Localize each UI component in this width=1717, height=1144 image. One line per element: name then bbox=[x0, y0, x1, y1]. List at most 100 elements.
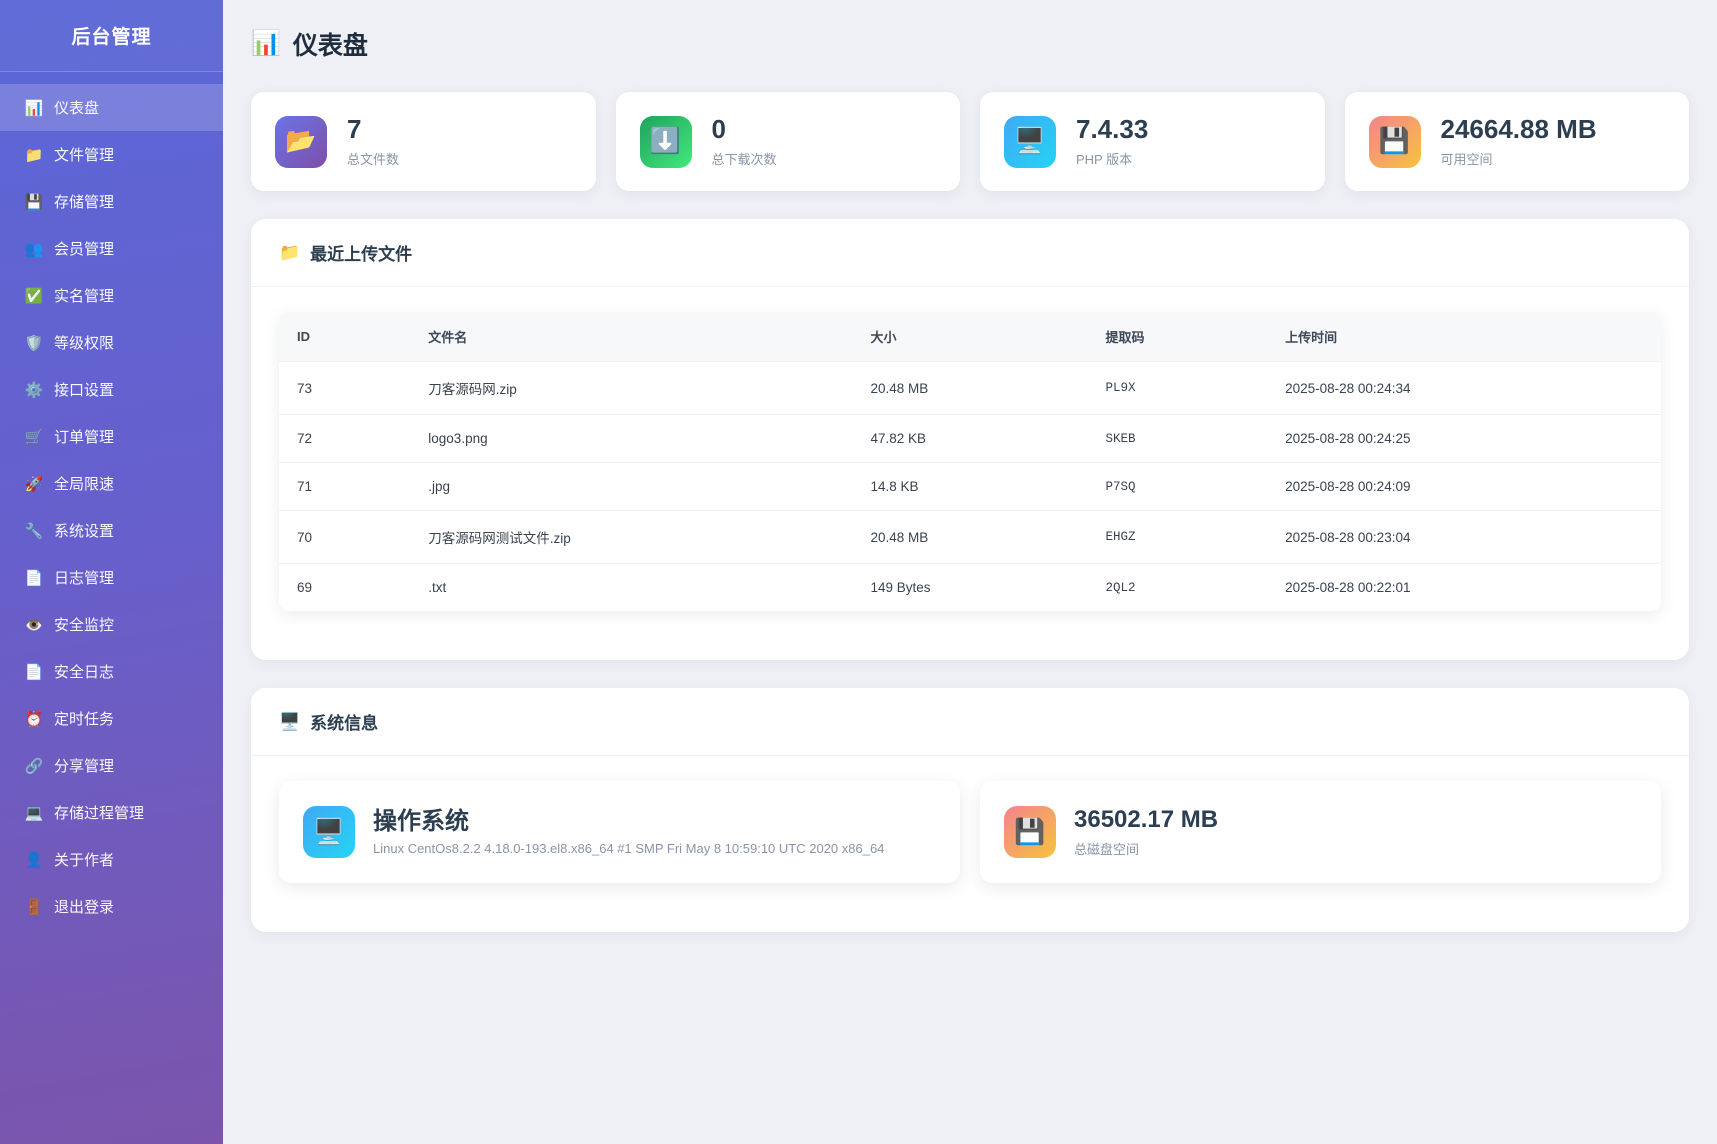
folder-icon: 📁 bbox=[279, 244, 300, 261]
sidebar-item[interactable]: ⏰定时任务 bbox=[0, 695, 223, 742]
sidebar-item[interactable]: 💾存储管理 bbox=[0, 178, 223, 225]
table-row: 70刀客源码网测试文件.zip20.48 MBEHGZ2025-08-28 00… bbox=[279, 511, 1661, 564]
system-card-text: 操作系统 Linux CentOs8.2.2 4.18.0-193.el8.x86… bbox=[373, 808, 884, 857]
system-card-title: 36502.17 MB bbox=[1074, 806, 1218, 835]
sidebar-item[interactable]: 🛒订单管理 bbox=[0, 413, 223, 460]
dashboard-icon: 📊 bbox=[24, 99, 44, 117]
stat-card: 💾 24664.88 MB 可用空间 bbox=[1345, 92, 1690, 191]
wrench-icon: 🔧 bbox=[24, 522, 44, 540]
sidebar-item-label: 系统设置 bbox=[54, 520, 114, 541]
column-header: 上传时间 bbox=[1267, 312, 1661, 362]
table-cell: 2025-08-28 00:24:09 bbox=[1267, 463, 1661, 511]
system-card-title: 操作系统 bbox=[373, 808, 884, 837]
sidebar-item[interactable]: ⚙️接口设置 bbox=[0, 366, 223, 413]
stat-value: 24664.88 MB bbox=[1441, 115, 1597, 145]
sidebar-item-label: 分享管理 bbox=[54, 755, 114, 776]
table-cell: 2QL2 bbox=[1087, 564, 1267, 612]
table-cell: 73 bbox=[279, 362, 410, 415]
sidebar-item[interactable]: 📄安全日志 bbox=[0, 648, 223, 695]
sidebar-item-label: 日志管理 bbox=[54, 567, 114, 588]
floppy-icon: 💾 bbox=[1369, 116, 1421, 168]
link-icon: 🔗 bbox=[24, 757, 44, 775]
sidebar-item[interactable]: 🔧 系统设置 bbox=[0, 507, 223, 554]
folder-icon: 📁 bbox=[24, 146, 44, 164]
app-title: 后台管理 bbox=[0, 0, 223, 72]
table-row: 71.jpg14.8 KBP7SQ2025-08-28 00:24:09 bbox=[279, 463, 1661, 511]
sidebar-item-label: 存储管理 bbox=[54, 191, 114, 212]
sidebar-item-label: 等级权限 bbox=[54, 332, 114, 353]
main-content: 📊 仪表盘 📂 7 总文件数 ⬇️ 0总下载次数 🖥️ 7.4.33PHP 版本 💾 24664… bbox=[223, 0, 1717, 1144]
sidebar-item-label: 文件管理 bbox=[54, 144, 114, 165]
sidebar-item[interactable]: 👁️ 安全监控 bbox=[0, 601, 223, 648]
sidebar-item-label: 安全监控 bbox=[54, 614, 114, 635]
stat-text: 24664.88 MB 可用空间 bbox=[1441, 115, 1597, 169]
open-folder-icon: 📂 bbox=[275, 116, 327, 168]
sidebar-item[interactable]: 📄日志管理 bbox=[0, 554, 223, 601]
stat-card: 🖥️ 7.4.33PHP 版本 bbox=[980, 92, 1325, 191]
table-cell: P7SQ bbox=[1087, 463, 1267, 511]
sidebar-item[interactable]: 📊 仪表盘 bbox=[0, 84, 223, 131]
column-header: 大小 bbox=[853, 312, 1088, 362]
stat-card: ⬇️ 0总下载次数 bbox=[616, 92, 961, 191]
sidebar-item-label: 关于作者 bbox=[54, 849, 114, 870]
check-icon: ✅ bbox=[24, 287, 44, 305]
system-card-subtitle: Linux CentOs8.2.2 4.18.0-193.el8.x86_64 … bbox=[373, 841, 884, 856]
table-header-row: ID文件名大小提取码上传时间 bbox=[279, 312, 1661, 362]
column-header: 文件名 bbox=[410, 312, 852, 362]
table-cell: 69 bbox=[279, 564, 410, 612]
bar-chart-icon: 📊 bbox=[251, 32, 281, 56]
download-icon: ⬇️ bbox=[640, 116, 692, 168]
table-cell: 72 bbox=[279, 415, 410, 463]
door-icon: 🚪 bbox=[24, 898, 44, 916]
recent-files-header: 📁 最近上传文件 bbox=[251, 219, 1689, 287]
table-body: 73刀客源码网.zip20.48 MBPL9X2025-08-28 00:24:… bbox=[279, 362, 1661, 612]
recent-files-body: ID文件名大小提取码上传时间 73刀客源码网.zip20.48 MBPL9X20… bbox=[251, 287, 1689, 660]
sidebar-item-label: 会员管理 bbox=[54, 238, 114, 259]
table-cell: 刀客源码网.zip bbox=[410, 362, 852, 415]
sidebar-item-label: 存储过程管理 bbox=[54, 802, 144, 823]
sidebar-item[interactable]: 🛡️等级权限 bbox=[0, 319, 223, 366]
stat-text: 0总下载次数 bbox=[712, 115, 777, 169]
sidebar-item-label: 仪表盘 bbox=[54, 97, 99, 118]
sidebar-item[interactable]: 📁 文件管理 bbox=[0, 131, 223, 178]
page-title: 仪表盘 bbox=[293, 26, 368, 62]
stat-value: 7.4.33 bbox=[1076, 115, 1148, 145]
table-cell: .jpg bbox=[410, 463, 852, 511]
user-icon: 👤 bbox=[24, 851, 44, 869]
floppy-icon: 💾 bbox=[1004, 806, 1056, 858]
sidebar-item[interactable]: 👥会员管理 bbox=[0, 225, 223, 272]
stat-card: 📂 7 总文件数 bbox=[251, 92, 596, 191]
sidebar-item[interactable]: 👤 关于作者 bbox=[0, 836, 223, 883]
table-cell: 2025-08-28 00:22:01 bbox=[1267, 564, 1661, 612]
page-header: 📊 仪表盘 bbox=[251, 26, 1689, 62]
column-header: 提取码 bbox=[1087, 312, 1267, 362]
stat-label: 可用空间 bbox=[1441, 149, 1597, 168]
monitor-icon: 🖥️ bbox=[303, 806, 355, 858]
eye-icon: 👁️ bbox=[24, 616, 44, 634]
table-cell: 20.48 MB bbox=[853, 362, 1088, 415]
stat-value: 7 bbox=[347, 115, 399, 145]
system-info-body: 🖥️ 操作系统 Linux CentOs8.2.2 4.18.0-193.el8.x… bbox=[251, 756, 1689, 932]
system-grid: 🖥️ 操作系统 Linux CentOs8.2.2 4.18.0-193.el8.x… bbox=[279, 781, 1661, 883]
table-cell: SKEB bbox=[1087, 415, 1267, 463]
sidebar-item[interactable]: 🚀 全局限速 bbox=[0, 460, 223, 507]
table-cell: 149 Bytes bbox=[853, 564, 1088, 612]
sidebar-item[interactable]: 💻存储过程管理 bbox=[0, 789, 223, 836]
sidebar-item[interactable]: 🚪退出登录 bbox=[0, 883, 223, 930]
system-card-subtitle: 总磁盘空间 bbox=[1074, 839, 1218, 858]
table-row: 73刀客源码网.zip20.48 MBPL9X2025-08-28 00:24:… bbox=[279, 362, 1661, 415]
sidebar-item-label: 全局限速 bbox=[54, 473, 114, 494]
stat-text: 7 总文件数 bbox=[347, 115, 399, 169]
system-info-panel: 🖥️ 系统信息 🖥️操作系统Linux CentOs8.2.2 4.18.0-1… bbox=[251, 688, 1689, 932]
sidebar-item[interactable]: ✅实名管理 bbox=[0, 272, 223, 319]
rocket-icon: 🚀 bbox=[24, 475, 44, 493]
stat-text: 7.4.33PHP 版本 bbox=[1076, 115, 1148, 169]
column-header: ID bbox=[279, 312, 410, 362]
monitor-icon: 🖥️ bbox=[1004, 116, 1056, 168]
stat-label: 总文件数 bbox=[347, 149, 399, 168]
sidebar-item[interactable]: 🔗 分享管理 bbox=[0, 742, 223, 789]
sidebar-item-label: 定时任务 bbox=[54, 708, 114, 729]
app-window: 后台管理 📊仪表盘📁文件管理💾存储管理👥会员管理✅实名管理🛡️等级权限⚙️接口设… bbox=[0, 0, 1717, 1144]
table-cell: 47.82 KB bbox=[853, 415, 1088, 463]
monitor-icon: 🖥️ bbox=[279, 713, 300, 730]
